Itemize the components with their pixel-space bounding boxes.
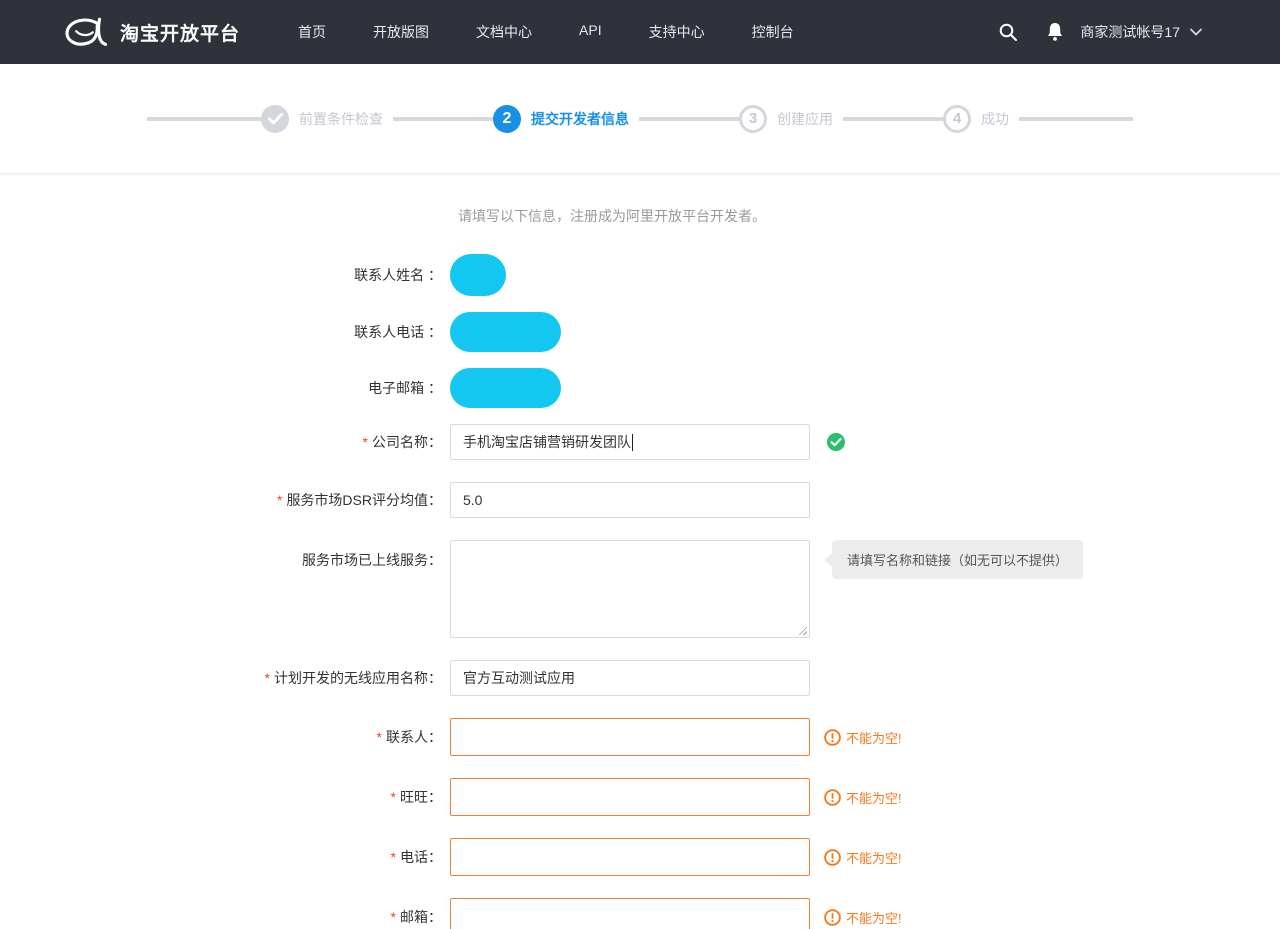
step-line bbox=[1019, 117, 1133, 121]
step-number: 2 bbox=[493, 105, 521, 133]
company-name-input[interactable]: 手机淘宝店铺营销研发团队 bbox=[450, 424, 810, 460]
brand[interactable]: 淘宝开放平台 bbox=[62, 15, 240, 49]
step-line bbox=[147, 117, 261, 121]
chevron-down-icon bbox=[1190, 28, 1202, 36]
dsr-score-value: 5.0 bbox=[463, 492, 482, 508]
wangwang-input[interactable] bbox=[450, 778, 810, 816]
company-name-value: 手机淘宝店铺营销研发团队 bbox=[463, 432, 631, 452]
field-row-dsr-score: *服务市场DSR评分均值： 5.0 bbox=[0, 482, 1280, 518]
step-label: 创建应用 bbox=[777, 109, 833, 129]
phone-input[interactable] bbox=[450, 838, 810, 876]
account-menu[interactable]: 商家测试帐号17 bbox=[1080, 22, 1202, 42]
field-label: 计划开发的无线应用名称： bbox=[274, 670, 442, 686]
step-label: 成功 bbox=[981, 109, 1009, 129]
field-row-mail: *邮箱： 不能为空! bbox=[0, 898, 1280, 929]
field-row-company-name: *公司名称： 手机淘宝店铺营销研发团队 bbox=[0, 424, 1280, 460]
error-exclamation-icon bbox=[824, 909, 841, 926]
nav-doc-center[interactable]: 文档中心 bbox=[476, 22, 532, 42]
developer-info-form: 请填写以下信息，注册成为阿里开放平台开发者。 联系人姓名 ： 联系人电话 ： 电… bbox=[0, 174, 1280, 929]
online-services-tooltip: 请填写名称和链接（如无可以不提供） bbox=[832, 540, 1083, 579]
field-row-wangwang: *旺旺： 不能为空! bbox=[0, 778, 1280, 816]
required-mark: * bbox=[391, 789, 396, 805]
textarea-resize-handle[interactable] bbox=[797, 625, 807, 635]
redacted-email-value bbox=[450, 368, 561, 408]
step-submit-developer-info: 2 提交开发者信息 bbox=[493, 105, 639, 133]
redacted-contact-name-value bbox=[450, 254, 506, 296]
text-caret bbox=[632, 434, 633, 451]
field-label: 服务市场DSR评分均值： bbox=[286, 492, 442, 508]
error-message: 不能为空! bbox=[824, 908, 902, 927]
field-label: 电话： bbox=[400, 849, 442, 865]
nav-api[interactable]: API bbox=[579, 22, 602, 42]
step-create-app: 3 创建应用 bbox=[739, 105, 843, 133]
field-label: 联系人姓名 ： bbox=[0, 265, 450, 285]
app-name-input[interactable]: 官方互动测试应用 bbox=[450, 660, 810, 696]
error-text: 不能为空! bbox=[846, 908, 902, 927]
field-row-phone: *电话： 不能为空! bbox=[0, 838, 1280, 876]
required-mark: * bbox=[265, 670, 270, 686]
online-services-textarea[interactable] bbox=[450, 540, 810, 638]
step-line bbox=[843, 117, 943, 121]
redacted-contact-phone-value bbox=[450, 312, 561, 352]
field-label: 旺旺： bbox=[400, 789, 442, 805]
step-number: 4 bbox=[943, 105, 971, 133]
step-line bbox=[639, 117, 739, 121]
nav-support-center[interactable]: 支持中心 bbox=[649, 22, 705, 42]
step-line bbox=[393, 117, 493, 121]
taobao-alibaba-logo-icon bbox=[62, 15, 110, 49]
brand-title: 淘宝开放平台 bbox=[120, 19, 240, 46]
field-row-contact: *联系人： 不能为空! bbox=[0, 718, 1280, 756]
notification-bell-icon[interactable] bbox=[1046, 22, 1064, 42]
error-text: 不能为空! bbox=[846, 728, 902, 747]
field-label: 联系人电话 ： bbox=[0, 322, 450, 342]
error-exclamation-icon bbox=[824, 729, 841, 746]
error-message: 不能为空! bbox=[824, 788, 902, 807]
field-row-app-name: *计划开发的无线应用名称： 官方互动测试应用 bbox=[0, 660, 1280, 696]
required-mark: * bbox=[391, 849, 396, 865]
required-mark: * bbox=[363, 434, 368, 450]
nav-home[interactable]: 首页 bbox=[298, 22, 326, 42]
field-row-email: 电子邮箱 ： bbox=[0, 368, 1280, 408]
top-navbar: 淘宝开放平台 首页 开放版图 文档中心 API 支持中心 控制台 商家测试帐号1… bbox=[0, 0, 1280, 64]
nav-open-map[interactable]: 开放版图 bbox=[373, 22, 429, 42]
step-done-check-icon bbox=[261, 105, 289, 133]
error-text: 不能为空! bbox=[846, 848, 902, 867]
valid-check-icon bbox=[826, 432, 846, 452]
mail-input[interactable] bbox=[450, 898, 810, 929]
field-label: 服务市场已上线服务： bbox=[0, 540, 450, 570]
account-name: 商家测试帐号17 bbox=[1080, 22, 1180, 42]
main-nav: 首页 开放版图 文档中心 API 支持中心 控制台 bbox=[298, 22, 841, 42]
navbar-right: 商家测试帐号17 bbox=[998, 22, 1202, 42]
field-label: 联系人： bbox=[386, 729, 442, 745]
field-label: 公司名称： bbox=[372, 434, 442, 450]
field-row-contact-phone: 联系人电话 ： bbox=[0, 312, 1280, 352]
error-text: 不能为空! bbox=[846, 788, 902, 807]
field-label: 邮箱： bbox=[400, 909, 442, 925]
error-exclamation-icon bbox=[824, 849, 841, 866]
error-message: 不能为空! bbox=[824, 728, 902, 747]
step-label: 提交开发者信息 bbox=[531, 109, 629, 129]
field-label: 电子邮箱 ： bbox=[0, 378, 450, 398]
search-icon[interactable] bbox=[998, 22, 1018, 42]
step-success: 4 成功 bbox=[943, 105, 1019, 133]
contact-input[interactable] bbox=[450, 718, 810, 756]
field-row-online-services: 服务市场已上线服务： 请填写名称和链接（如无可以不提供） bbox=[0, 540, 1280, 638]
progress-steps: 前置条件检查 2 提交开发者信息 3 创建应用 4 成功 bbox=[0, 64, 1280, 174]
required-mark: * bbox=[391, 909, 396, 925]
dsr-score-input[interactable]: 5.0 bbox=[450, 482, 810, 518]
step-precheck: 前置条件检查 bbox=[261, 105, 393, 133]
required-mark: * bbox=[277, 492, 282, 508]
step-label: 前置条件检查 bbox=[299, 109, 383, 129]
nav-console[interactable]: 控制台 bbox=[752, 22, 794, 42]
required-mark: * bbox=[377, 729, 382, 745]
error-message: 不能为空! bbox=[824, 848, 902, 867]
form-intro-text: 请填写以下信息，注册成为阿里开放平台开发者。 bbox=[458, 206, 1280, 226]
step-number: 3 bbox=[739, 105, 767, 133]
app-name-value: 官方互动测试应用 bbox=[463, 668, 575, 688]
field-row-contact-name: 联系人姓名 ： bbox=[0, 254, 1280, 296]
error-exclamation-icon bbox=[824, 789, 841, 806]
